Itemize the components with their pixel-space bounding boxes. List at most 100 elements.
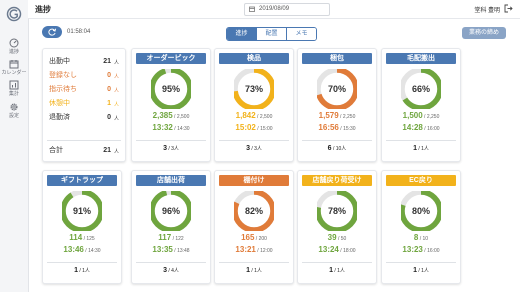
quantity-progress: 165 / 200	[215, 233, 293, 244]
target-time-value: 14:30	[177, 126, 190, 132]
status-unit: 人	[113, 149, 119, 155]
total-staff-value: 1人	[82, 268, 90, 274]
tab-progress[interactable]: 進捗	[227, 28, 256, 40]
staff-count: 6 / 10人	[298, 144, 376, 154]
view-tabs: 進捗 配置 メモ	[226, 27, 317, 41]
process-card[interactable]: ギフトラップ 91% 114 / 125 13:46 / 14:30 1 / 1人	[42, 170, 122, 284]
process-card[interactable]: 毛配搬出 66% 1,500 / 2,250 14:28 / 16:00 1 / 1人	[381, 48, 461, 162]
chart-icon	[9, 80, 19, 90]
quantity-progress: 1,842 / 2,500	[215, 111, 293, 122]
refresh-button[interactable]	[42, 26, 62, 38]
status-unit: 人	[113, 74, 119, 80]
nav-item-label: カレンダー	[1, 70, 27, 76]
target-time: / 14:30	[83, 248, 101, 254]
progress-percent: 96%	[162, 206, 180, 216]
done-count: 117	[158, 233, 172, 242]
status-row: 出勤中 21 人	[49, 56, 119, 68]
progress-ring: 82%	[234, 191, 274, 231]
attendance-status-card: 出勤中 21 人 登録なし 0 人 指示待ち 0 人 休憩中 1 人 退勤済 0…	[42, 48, 126, 162]
gauge-icon	[9, 38, 19, 48]
status-count: 1	[107, 100, 111, 107]
target-count: / 2,250	[338, 114, 356, 120]
nav-item-aggregate[interactable]: 集計	[0, 80, 28, 102]
total-staff: / 10人	[331, 146, 347, 152]
target-count-value: 2,500	[259, 114, 273, 120]
divider	[219, 262, 289, 263]
nav-item-settings[interactable]: 設定	[0, 102, 28, 124]
target-count: / 50	[336, 236, 347, 242]
status-total-row: 合計 21 人	[49, 145, 119, 157]
divider	[302, 262, 372, 263]
done-count: 2,385	[152, 111, 173, 120]
estimated-time: 13:46	[63, 245, 84, 254]
app-logo-icon	[6, 6, 22, 22]
target-time-value: 14:30	[88, 248, 101, 254]
status-row: 休憩中 1 人	[49, 98, 119, 110]
nav-item-label: 集計	[8, 91, 19, 97]
process-card[interactable]: 店舗戻り荷受け 78% 39 / 50 13:24 / 18:00 1 / 1人	[297, 170, 377, 284]
process-card[interactable]: EC戻り 80% 8 / 10 13:23 / 16:00 1 / 1人	[381, 170, 461, 284]
total-staff-value: 1人	[337, 268, 345, 274]
divider	[386, 262, 456, 263]
nav-item-progress[interactable]: 進捗	[0, 38, 28, 60]
total-staff: / 1人	[77, 268, 90, 274]
process-name: ギフトラップ	[47, 175, 117, 186]
process-name: 梱包	[302, 53, 372, 64]
estimated-time: 13:24	[318, 245, 339, 254]
total-staff-value: 3人	[254, 146, 262, 152]
process-card[interactable]: 棚付け 82% 165 / 200 13:21 / 12:00 1 / 1人	[214, 170, 294, 284]
divider	[136, 262, 206, 263]
time-progress: 13:21 / 12:00	[215, 245, 293, 256]
process-name: 店舗出荷	[136, 175, 206, 186]
status-unit: 人	[113, 102, 119, 108]
date-picker[interactable]: 2019/08/09	[244, 3, 330, 16]
staff-count: 1 / 1人	[382, 144, 460, 154]
progress-dashboard: 進捗 カレンダー 集計 設定 進捗 2019/08/09 堂科 豊明 01:58…	[0, 0, 520, 292]
staff-count: 3 / 4人	[132, 266, 210, 276]
target-time: / 13:48	[172, 248, 190, 254]
target-count-value: 200	[258, 236, 267, 242]
close-business-button[interactable]: 業務の締め	[462, 27, 506, 39]
user-name[interactable]: 堂科 豊明	[474, 5, 500, 14]
process-name: 棚付け	[219, 175, 289, 186]
logout-icon[interactable]	[504, 4, 513, 13]
target-time: / 12:00	[255, 248, 273, 254]
time-progress: 13:32 / 14:30	[132, 123, 210, 134]
tab-memo[interactable]: メモ	[286, 28, 316, 40]
done-count: 165	[241, 233, 255, 242]
status-unit: 人	[113, 88, 119, 94]
done-count: 39	[327, 233, 337, 242]
target-time-value: 18:00	[343, 248, 356, 254]
divider	[47, 140, 121, 141]
status-row: 退勤済 0 人	[49, 112, 119, 124]
target-count-value: 10	[422, 236, 429, 242]
progress-percent: 95%	[162, 84, 180, 94]
estimated-time: 15:02	[235, 123, 256, 132]
estimated-time: 13:32	[152, 123, 173, 132]
process-card[interactable]: 検品 73% 1,842 / 2,500 15:02 / 15:00 3 / 3人	[214, 48, 294, 162]
status-unit: 人	[113, 60, 119, 66]
process-card[interactable]: 店舗出荷 96% 117 / 122 13:35 / 13:48 3 / 4人	[131, 170, 211, 284]
divider	[386, 140, 456, 141]
status-label: 指示待ち	[49, 86, 77, 93]
status-total-count: 21	[103, 147, 111, 154]
staff-count: 1 / 1人	[298, 266, 376, 276]
divider	[219, 140, 289, 141]
process-card[interactable]: オーダーピック 95% 2,385 / 2,500 13:32 / 14:30 3 / …	[131, 48, 211, 162]
progress-ring: 95%	[151, 69, 191, 109]
side-nav: 進捗 カレンダー 集計 設定	[0, 0, 29, 292]
process-card[interactable]: 梱包 70% 1,579 / 2,250 16:56 / 15:30 6 / 10人	[297, 48, 377, 162]
total-staff: / 4人	[166, 268, 179, 274]
tab-placement[interactable]: 配置	[256, 28, 286, 40]
total-staff: / 1人	[416, 268, 429, 274]
nav-item-calendar[interactable]: カレンダー	[0, 59, 28, 81]
target-time: / 15:30	[338, 126, 356, 132]
date-value: 2019/08/09	[259, 6, 290, 12]
target-count-value: 2,250	[342, 114, 356, 120]
done-count: 1,500	[402, 111, 423, 120]
estimated-time: 16:56	[318, 123, 339, 132]
time-progress: 16:56 / 15:30	[298, 123, 376, 134]
target-time-value: 15:30	[343, 126, 356, 132]
time-progress: 15:02 / 15:00	[215, 123, 293, 134]
target-count: / 125	[82, 236, 95, 242]
